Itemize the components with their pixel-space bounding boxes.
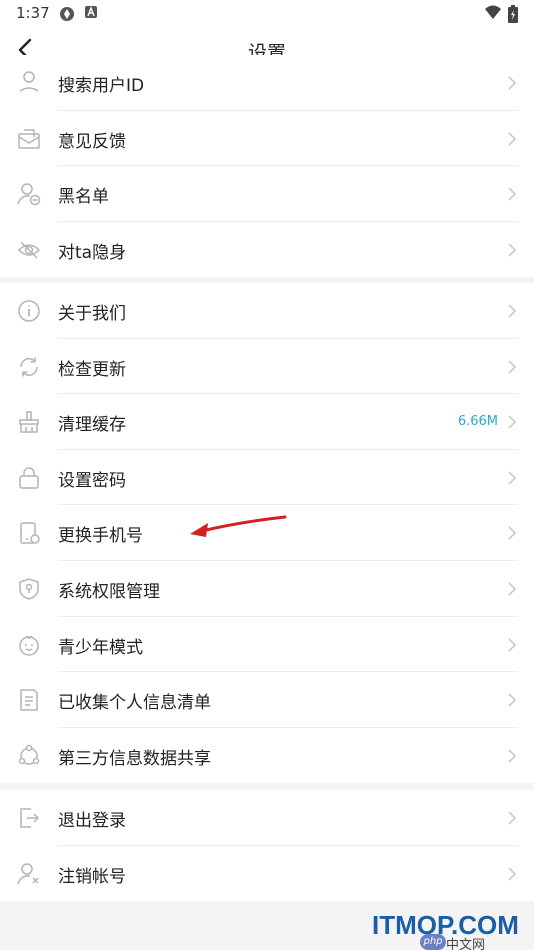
user-remove-icon (17, 862, 39, 884)
settings-item-clear-cache[interactable]: 清理缓存 6.66M (0, 394, 534, 450)
chevron-right-icon (508, 867, 517, 881)
share-icon (18, 744, 40, 765)
settings-item-personal-info-list[interactable]: 已收集个人信息清单 (0, 672, 534, 728)
php-logo: php (420, 934, 446, 950)
settings-group-privacy: 搜索用户ID 意见反馈 黑名单 对ta隐身 (0, 55, 534, 277)
shield-key-icon (19, 578, 39, 600)
settings-item-invisible[interactable]: 对ta隐身 (0, 222, 534, 278)
settings-item-check-update[interactable]: 检查更新 (0, 339, 534, 395)
chevron-right-icon (508, 526, 517, 540)
settings-item-third-party-sharing[interactable]: 第三方信息数据共享 (0, 728, 534, 784)
chevron-right-icon (508, 360, 517, 374)
wifi-icon (485, 5, 501, 19)
settings-item-label: 清理缓存 (58, 415, 126, 436)
chevron-right-icon (508, 243, 517, 257)
phone-change-icon (20, 522, 40, 545)
chevron-right-icon (508, 693, 517, 707)
cache-size-value: 6.66M (457, 414, 498, 430)
chevron-right-icon (508, 187, 517, 201)
settings-item-label: 第三方信息数据共享 (58, 748, 211, 769)
chevron-right-icon (508, 132, 517, 146)
broom-icon (19, 411, 39, 433)
settings-item-label: 对ta隐身 (58, 242, 127, 263)
a-badge-icon (85, 6, 97, 18)
settings-item-teen-mode[interactable]: 青少年模式 (0, 617, 534, 673)
chevron-right-icon (508, 749, 517, 763)
chevron-right-icon (508, 76, 517, 90)
settings-item-blacklist[interactable]: 黑名单 (0, 166, 534, 222)
mail-feedback-icon (18, 128, 40, 149)
settings-item-label: 黑名单 (58, 187, 109, 208)
settings-item-label: 已收集个人信息清单 (58, 693, 211, 714)
settings-item-label: 系统权限管理 (58, 581, 160, 602)
search-user-icon (19, 71, 39, 92)
chevron-right-icon (508, 811, 517, 825)
status-bar: 1:37 (0, 0, 534, 28)
settings-item-logout[interactable]: 退出登录 (0, 790, 534, 846)
document-list-icon (20, 689, 38, 711)
chevron-right-icon (508, 471, 517, 485)
chevron-right-icon (508, 638, 517, 652)
settings-item-cancel-account[interactable]: 注销帐号 (0, 846, 534, 902)
red-arrow-annotation (190, 515, 287, 537)
chevron-right-icon (508, 304, 517, 318)
settings-item-label: 青少年模式 (58, 637, 143, 658)
settings-item-feedback[interactable]: 意见反馈 (0, 111, 534, 167)
child-face-icon (19, 635, 39, 656)
lock-icon (19, 467, 39, 489)
user-block-icon (17, 183, 41, 206)
logout-icon (20, 808, 40, 828)
settings-item-label: 搜索用户ID (58, 76, 145, 96)
settings-item-label: 检查更新 (58, 359, 126, 380)
watermark-subtext: 中文网 (446, 938, 486, 950)
settings-item-system-permissions[interactable]: 系统权限管理 (0, 561, 534, 617)
site-watermark: ITMOP.COM php 中文网 (372, 910, 532, 950)
chevron-right-icon (508, 415, 517, 429)
settings-item-label: 设置密码 (58, 470, 126, 491)
settings-item-about-us[interactable]: 关于我们 (0, 283, 534, 339)
info-icon (18, 300, 40, 322)
settings-item-set-password[interactable]: 设置密码 (0, 450, 534, 506)
status-time: 1:37 (16, 4, 50, 22)
settings-item-label: 意见反馈 (58, 131, 126, 152)
eye-hidden-icon (17, 241, 41, 259)
battery-icon (508, 5, 518, 23)
settings-group-account: 退出登录 注销帐号 (0, 790, 534, 901)
settings-item-label: 退出登录 (58, 811, 126, 831)
chevron-right-icon (508, 582, 517, 596)
sync-icon (60, 7, 74, 21)
settings-item-label: 关于我们 (58, 304, 126, 324)
settings-item-search-user-id[interactable]: 搜索用户ID (0, 55, 534, 111)
settings-item-label: 更换手机号 (58, 526, 143, 547)
refresh-icon (20, 357, 38, 377)
settings-item-label: 注销帐号 (58, 866, 126, 887)
